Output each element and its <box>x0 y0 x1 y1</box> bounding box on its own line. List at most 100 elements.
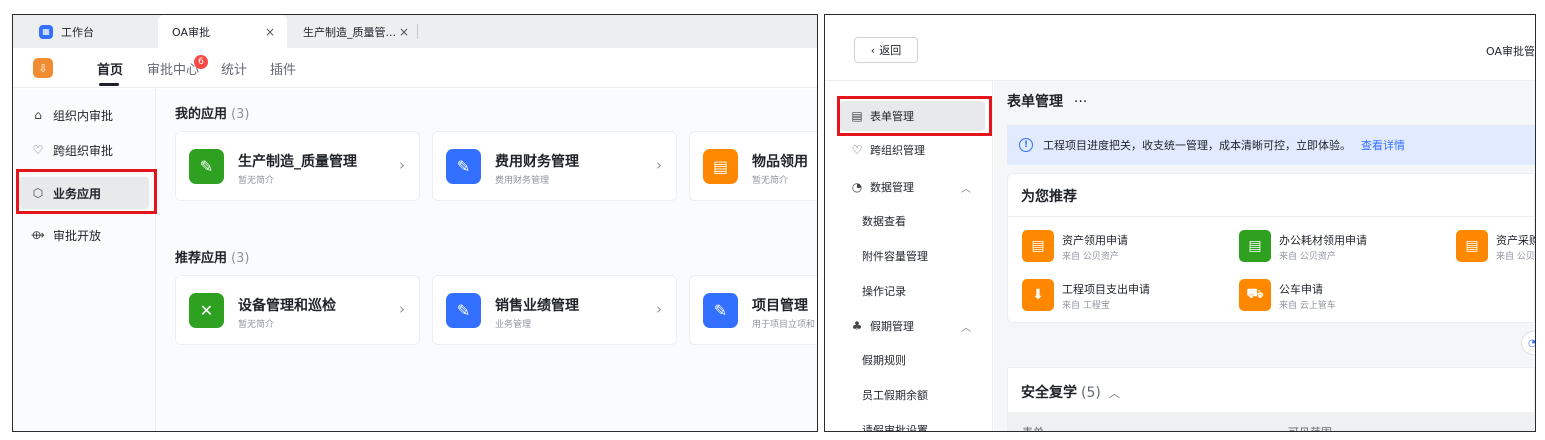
sidebar-subitem-leave-settings[interactable]: 请假审批设置 <box>862 422 928 431</box>
sidebar-item-label: 假期管理 <box>870 320 914 333</box>
document-icon: ▤ <box>1239 230 1271 262</box>
recommend-item-source: 来自 公贝 <box>1496 252 1535 262</box>
app-card-title: 销售业绩管理 <box>495 298 579 314</box>
app-card-title: 项目管理 <box>752 298 808 314</box>
app-card-project-management[interactable]: ✎ 项目管理 用于项目立项和 <box>689 275 817 345</box>
sidebar-item-label: 审批开放 <box>53 228 102 243</box>
edit-form-icon: ✎ <box>446 149 481 184</box>
form-management-window: ‹ 返回 OA审批管 ▤ 表单管理 ♡ 跨组织管理 ◔ 数据管理 ︿ 数据查看 … <box>824 14 1536 432</box>
tab-oa-approval[interactable]: OA审批 × <box>158 15 287 48</box>
nav-plugins[interactable]: 插件 <box>270 59 296 78</box>
tab-production-quality[interactable]: 生产制造_质量管... × <box>289 15 419 48</box>
sidebar-item-cross-org-approval[interactable]: ♡ 跨组织审批 <box>19 134 149 166</box>
sidebar-item-label: 组织内审批 <box>53 108 114 123</box>
form-group-count: (5) <box>1081 385 1101 401</box>
app-logo-icon[interactable]: ⇩ <box>33 58 53 78</box>
app-card-subtitle: 业务管理 <box>495 320 532 330</box>
recommend-item-title: 工程项目支出申请 <box>1062 283 1150 296</box>
admin-sidebar: ▤ 表单管理 ♡ 跨组织管理 ◔ 数据管理 ︿ 数据查看 附件容量管理 操作记录… <box>825 81 993 431</box>
form-group-header[interactable]: 安全复学 (5) ︿ <box>1021 382 1120 402</box>
table-header: 表单 可见范围 <box>1008 412 1534 431</box>
chevron-up-icon[interactable]: ︿ <box>961 319 971 334</box>
sidebar-subitem-holiday-rules[interactable]: 假期规则 <box>862 352 906 368</box>
tools-icon: ✕ <box>189 293 224 328</box>
recommend-item-title: 办公耗材领用申请 <box>1279 234 1367 247</box>
app-card-subtitle: 暂无简介 <box>752 176 789 186</box>
recommend-item-title: 公车申请 <box>1279 283 1323 296</box>
app-card-item-requisition[interactable]: ▤ 物品领用 暂无简介 <box>689 131 817 201</box>
document-icon: ▤ <box>1022 230 1054 262</box>
app-card-expense-finance[interactable]: ✎ 费用财务管理 费用财务管理 › <box>432 131 677 201</box>
section-title-text: 我的应用 <box>175 107 228 122</box>
close-icon[interactable]: × <box>399 25 409 39</box>
tab-label: 生产制造_质量管... <box>303 25 396 39</box>
download-icon: ⬇ <box>1022 279 1054 311</box>
chevron-up-icon[interactable]: ︿ <box>961 180 971 195</box>
sidebar-item-internal-approval[interactable]: ⌂ 组织内审批 <box>19 99 149 131</box>
chevron-up-icon[interactable]: ︿ <box>1109 387 1120 400</box>
sidebar-item-label: 跨组织审批 <box>53 143 114 158</box>
section-title-recommended-apps: 推荐应用 (3) <box>175 247 249 266</box>
chevron-left-icon: ‹ <box>870 43 876 57</box>
nav-approval-center[interactable]: 审批中心 <box>147 59 199 78</box>
sidebar-item-holiday-management[interactable]: ♣ 假期管理 ︿ <box>840 311 985 341</box>
chevron-right-icon: › <box>656 300 662 318</box>
form-group-safety: 安全复学(5) ︿ 表单 可见范围 <box>1007 367 1535 431</box>
form-group-title: 安全复学 <box>1021 385 1077 401</box>
sidebar-subitem-leave-balance[interactable]: 员工假期余额 <box>862 387 928 403</box>
app-card-subtitle: 暂无简介 <box>238 320 275 330</box>
chevron-right-icon: › <box>656 156 662 174</box>
nav-home[interactable]: 首页 <box>97 59 123 78</box>
app-card-subtitle: 费用财务管理 <box>495 176 550 186</box>
help-chat-icon[interactable]: ◔ <box>1521 331 1535 355</box>
tab-label: 工作台 <box>61 25 94 39</box>
app-card-sales-performance[interactable]: ✎ 销售业绩管理 业务管理 › <box>432 275 677 345</box>
info-banner-text: 工程项目进度把关，收支统一管理，成本清晰可控，立即体验。 <box>1043 139 1351 152</box>
cart-icon: ▤ <box>703 149 738 184</box>
sidebar-subitem-attachment-capacity[interactable]: 附件容量管理 <box>862 248 928 264</box>
app-card-title: 费用财务管理 <box>495 154 579 170</box>
recommendations-title: 为您推荐 <box>1021 189 1077 205</box>
workbench-icon: ▦ <box>39 24 53 39</box>
sidebar-item-cross-org-management[interactable]: ♡ 跨组织管理 <box>840 135 985 165</box>
handshake-icon: ♡ <box>851 143 863 157</box>
oa-workbench-window: ▦ 工作台 OA审批 × 生产制造_质量管... × ⇩ 首页 审批中心 6 统… <box>12 14 818 432</box>
back-button[interactable]: ‹ 返回 <box>854 37 918 63</box>
section-title-my-apps: 我的应用 (3) <box>175 103 249 122</box>
edit-form-icon: ✎ <box>189 149 224 184</box>
sidebar-item-label: 跨组织管理 <box>870 144 925 157</box>
recommend-item-title: 资产领用申请 <box>1062 234 1128 247</box>
column-header-form: 表单 <box>1022 424 1044 431</box>
page-title-text: 表单管理 <box>1007 94 1063 110</box>
page-title: 表单管理 ··· <box>1007 91 1087 111</box>
nav-statistics[interactable]: 统计 <box>221 59 247 78</box>
app-card-production-quality[interactable]: ✎ 生产制造_质量管理 暂无简介 › <box>175 131 420 201</box>
home-icon: ⌂ <box>34 108 42 122</box>
app-card-subtitle: 暂无简介 <box>238 176 275 186</box>
app-card-title: 设备管理和巡检 <box>238 298 336 314</box>
browser-tab-bar: ▦ 工作台 OA审批 × 生产制造_质量管... × <box>13 15 817 48</box>
sidebar-item-approval-open[interactable]: ⟴ 审批开放 <box>19 219 149 251</box>
car-icon: ⛟ <box>1239 279 1271 311</box>
more-icon[interactable]: ··· <box>1074 94 1087 110</box>
share-icon: ⟴ <box>31 228 45 242</box>
sidebar-subitem-data-view[interactable]: 数据查看 <box>862 213 906 229</box>
active-tab-indicator <box>99 83 119 86</box>
admin-title: OA审批管 <box>1486 45 1535 58</box>
sidebar: ⌂ 组织内审批 ♡ 跨组织审批 ⬡ 业务应用 ⟴ 审批开放 <box>13 89 157 431</box>
sidebar-item-data-management[interactable]: ◔ 数据管理 ︿ <box>840 172 985 202</box>
sidebar-subitem-operation-log[interactable]: 操作记录 <box>862 283 906 299</box>
app-card-subtitle: 用于项目立项和 <box>752 320 816 330</box>
back-button-label: 返回 <box>879 44 902 57</box>
recommend-item-title: 资产采购 <box>1496 234 1536 247</box>
notification-badge: 6 <box>194 55 208 69</box>
info-icon: ! <box>1019 138 1033 152</box>
tab-workbench[interactable]: ▦ 工作台 <box>13 15 155 48</box>
close-icon[interactable]: × <box>265 25 275 39</box>
chevron-right-icon: › <box>399 300 405 318</box>
admin-top-bar: ‹ 返回 OA审批管 <box>825 15 1535 81</box>
app-card-equipment-inspection[interactable]: ✕ 设备管理和巡检 暂无简介 › <box>175 275 420 345</box>
form-management-content: 表单管理 ··· ! 工程项目进度把关，收支统一管理，成本清晰可控，立即体验。 … <box>994 81 1535 431</box>
view-details-link[interactable]: 查看详情 <box>1361 137 1405 153</box>
palm-tree-icon: ♣ <box>851 319 863 333</box>
